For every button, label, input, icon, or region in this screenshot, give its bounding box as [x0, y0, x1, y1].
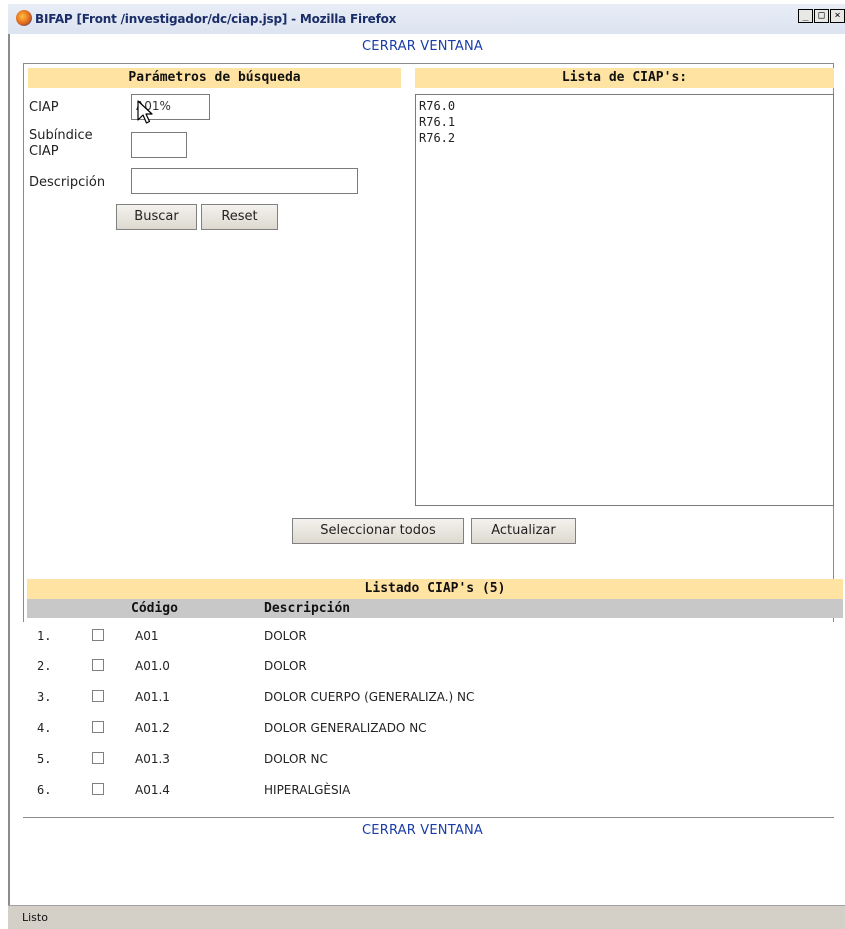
row-description: DOLOR CUERPO (GENERALIZA.) NC [264, 690, 475, 704]
row-checkbox[interactable] [92, 721, 104, 733]
row-code: A01.0 [135, 659, 170, 673]
row-number: 4. [37, 721, 52, 735]
close-window-button[interactable]: × [830, 9, 845, 23]
ciap-label: CIAP [29, 100, 59, 115]
ciap-list-header: Lista de CIAP's: [415, 68, 834, 88]
ciap-listing-header: Listado CIAP's (5) [27, 579, 843, 599]
row-description: DOLOR NC [264, 752, 328, 766]
close-window-link-top[interactable]: CERRAR VENTANA [0, 39, 845, 54]
window-title: BIFAP [Front /investigador/dc/ciap.jsp] … [35, 12, 397, 26]
ciap-listbox[interactable]: R76.0 R76.1 R76.2 [415, 94, 834, 506]
firefox-icon [16, 10, 32, 26]
table-row: 4. A01.2 DOLOR GENERALIZADO NC [27, 713, 827, 743]
row-checkbox[interactable] [92, 659, 104, 671]
status-bar: Listo [8, 905, 845, 929]
ciap-list-option[interactable]: R76.0 [419, 98, 830, 114]
mouse-cursor-icon [137, 100, 153, 124]
ciap-list-option[interactable]: R76.2 [419, 130, 830, 146]
row-code: A01.2 [135, 721, 170, 735]
window-controls: _ □ × [798, 9, 845, 23]
subindex-label-line2: CIAP [29, 144, 59, 159]
window-titlebar[interactable]: BIFAP [Front /investigador/dc/ciap.jsp] … [8, 4, 845, 34]
description-input[interactable] [131, 168, 358, 194]
row-code: A01.1 [135, 690, 170, 704]
row-description: HIPERALGÈSIA [264, 783, 351, 797]
subindex-input[interactable] [131, 132, 187, 158]
row-code: A01.4 [135, 783, 170, 797]
row-description: DOLOR GENERALIZADO NC [264, 721, 427, 735]
subindex-label-line1: Subíndice [29, 128, 93, 143]
table-row: 6. A01.4 HIPERALGÈSIA [27, 775, 827, 805]
table-row: 1. A01 DOLOR [27, 621, 827, 651]
row-number: 3. [37, 690, 52, 704]
row-checkbox[interactable] [92, 629, 104, 641]
description-label: Descripción [29, 175, 106, 190]
row-checkbox[interactable] [92, 783, 104, 795]
update-button[interactable]: Actualizar [471, 518, 576, 544]
row-checkbox[interactable] [92, 752, 104, 764]
reset-button[interactable]: Reset [201, 204, 278, 230]
column-header-code: Código [131, 601, 178, 616]
row-description: DOLOR [264, 659, 307, 673]
row-checkbox[interactable] [92, 690, 104, 702]
select-all-button[interactable]: Seleccionar todos [292, 518, 464, 544]
row-description: DOLOR [264, 629, 307, 643]
table-row: 2. A01.0 DOLOR [27, 651, 827, 681]
minimize-button[interactable]: _ [798, 9, 813, 23]
ciap-list-option[interactable]: R76.1 [419, 114, 830, 130]
row-number: 6. [37, 783, 52, 797]
close-window-link-label[interactable]: CERRAR VENTANA [362, 39, 483, 54]
table-row: 3. A01.1 DOLOR CUERPO (GENERALIZA.) NC [27, 682, 827, 712]
row-code: A01 [135, 629, 159, 643]
row-number: 5. [37, 752, 52, 766]
status-text: Listo [22, 911, 48, 924]
search-parameters-header: Parámetros de búsqueda [28, 68, 401, 88]
row-number: 2. [37, 659, 52, 673]
row-code: A01.3 [135, 752, 170, 766]
search-button[interactable]: Buscar [116, 204, 197, 230]
maximize-button[interactable]: □ [814, 9, 829, 23]
subindex-label: Subíndice CIAP [29, 128, 93, 160]
close-window-link-label[interactable]: CERRAR VENTANA [362, 823, 483, 838]
row-number: 1. [37, 629, 52, 643]
close-window-link-bottom[interactable]: CERRAR VENTANA [0, 823, 845, 838]
column-header-description: Descripción [264, 601, 351, 616]
table-row: 5. A01.3 DOLOR NC [27, 744, 827, 774]
